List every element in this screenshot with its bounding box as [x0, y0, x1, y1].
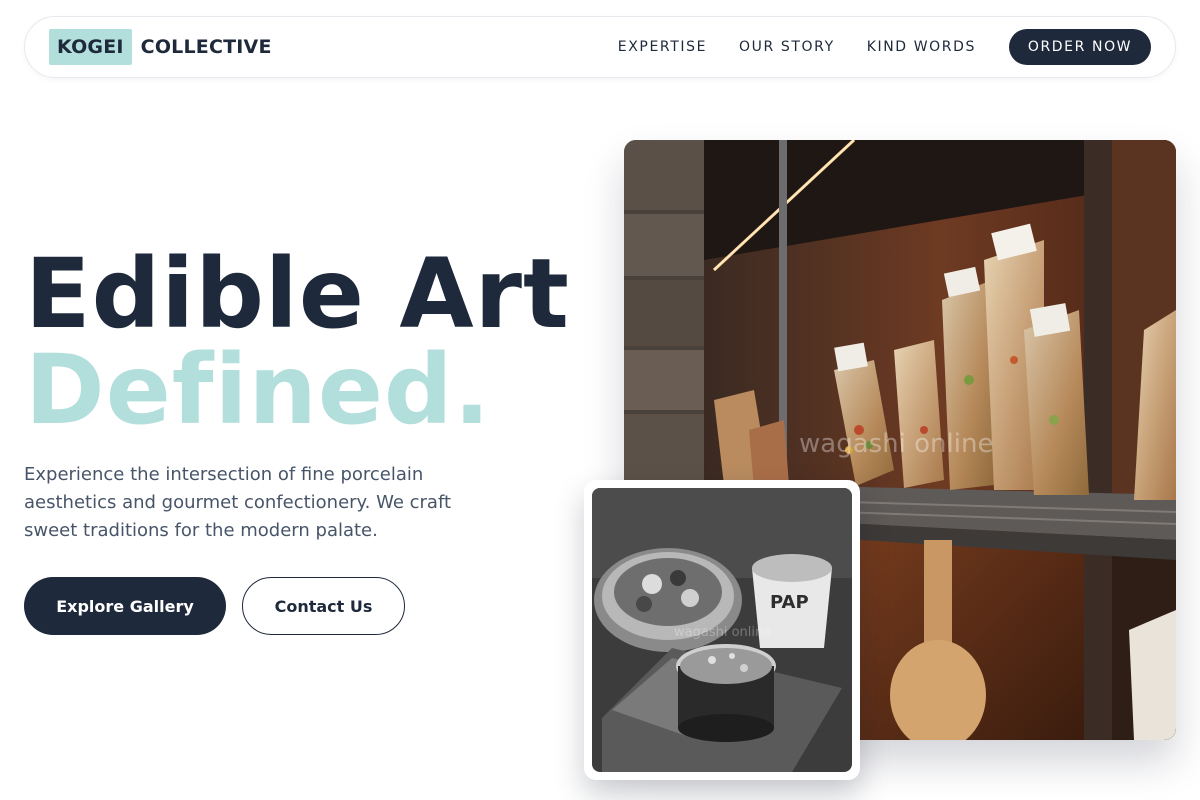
hero-description: Experience the intersection of fine porc… [24, 464, 452, 541]
brand-logo[interactable]: KOGEI COLLECTIVE [49, 29, 272, 65]
explore-gallery-button[interactable]: Explore Gallery [24, 577, 226, 635]
coffee-dessert-photo: PAP wagashi online [592, 488, 852, 772]
order-now-button[interactable]: ORDER NOW [1009, 29, 1151, 65]
hero-title-line-1: Edible Art [25, 238, 570, 350]
top-navigation: KOGEI COLLECTIVE EXPERTISE OUR STORY KIN… [24, 16, 1176, 78]
nav-link-our-story[interactable]: OUR STORY [739, 39, 835, 55]
main-photo-watermark: wagashi online [799, 429, 993, 459]
nav-link-expertise[interactable]: EXPERTISE [618, 39, 707, 55]
brand-name: COLLECTIVE [140, 36, 272, 58]
contact-us-button[interactable]: Contact Us [242, 577, 405, 635]
brand-mark: KOGEI [49, 29, 132, 65]
nav-link-kind-words[interactable]: KIND WORDS [867, 39, 976, 55]
nav-links: EXPERTISE OUR STORY KIND WORDS ORDER NOW [618, 29, 1151, 65]
hero-title-line-2: Defined. [25, 334, 492, 446]
small-photo-frame: PAP wagashi online [584, 480, 860, 780]
small-photo-watermark: wagashi online [674, 625, 771, 640]
svg-text:PAP: PAP [770, 592, 809, 613]
